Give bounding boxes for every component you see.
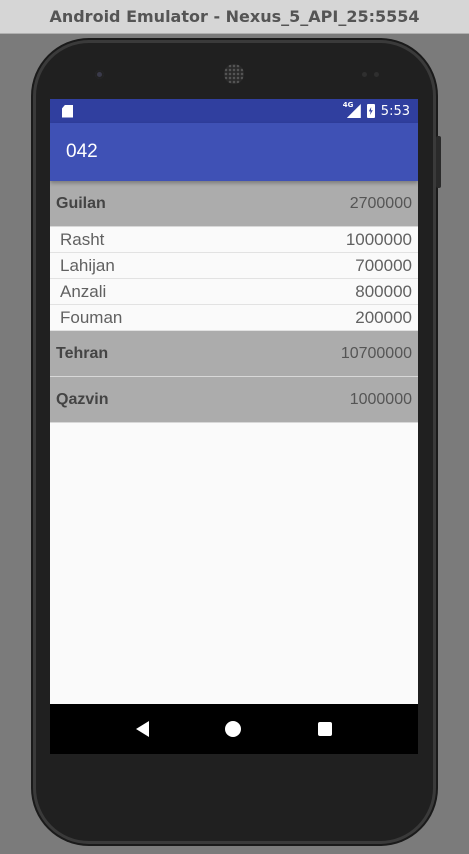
home-icon[interactable]: [225, 721, 242, 737]
power-button[interactable]: [436, 136, 441, 188]
status-time: 5:53: [380, 103, 410, 119]
earpiece-speaker: [224, 64, 244, 84]
group-total: 2700000: [349, 194, 412, 212]
group-total: 10700000: [340, 344, 412, 362]
network-type: 4G: [342, 101, 354, 109]
child-name: Anzali: [60, 281, 107, 301]
recents-icon[interactable]: [317, 722, 332, 736]
child-value: 800000: [355, 281, 412, 301]
group-row-tehran[interactable]: Tehran 10700000: [50, 331, 418, 377]
status-bar: 4G 5:53: [50, 99, 418, 123]
cell-signal-icon: 4G: [342, 101, 361, 118]
emulator-title-bar: Android Emulator - Nexus_5_API_25:5554: [0, 0, 469, 34]
group-name: Guilan: [56, 194, 106, 212]
front-camera: [95, 70, 104, 79]
child-name: Rasht: [60, 229, 105, 249]
child-name: Fouman: [60, 307, 123, 327]
child-name: Lahijan: [60, 255, 115, 275]
back-icon[interactable]: [136, 721, 150, 737]
child-row-anzali[interactable]: Anzali 800000: [50, 279, 418, 305]
group-name: Qazvin: [56, 390, 109, 408]
window-title: Android Emulator - Nexus_5_API_25:5554: [49, 7, 420, 26]
navigation-bar: [50, 704, 418, 754]
light-sensor: [374, 72, 379, 77]
app-title: 042: [66, 141, 98, 162]
child-value: 200000: [355, 307, 412, 327]
child-value: 1000000: [345, 229, 412, 249]
child-value: 700000: [355, 255, 412, 275]
group-total: 1000000: [349, 390, 412, 408]
group-name: Tehran: [56, 344, 109, 362]
proximity-sensor: [362, 72, 367, 77]
child-row-rasht[interactable]: Rasht 1000000: [50, 227, 418, 253]
sd-card-icon: [62, 104, 73, 118]
group-row-qazvin[interactable]: Qazvin 1000000: [50, 377, 418, 423]
group-row-guilan[interactable]: Guilan 2700000: [50, 181, 418, 227]
child-row-lahijan[interactable]: Lahijan 700000: [50, 253, 418, 279]
expandable-list: Guilan 2700000 Rasht 1000000 Lahijan 700…: [50, 181, 418, 423]
battery-charging-icon: [366, 104, 375, 118]
device-screen: 4G 5:53 042 Guilan 2700000 Rasht 1000000…: [50, 99, 418, 754]
app-bar: 042: [50, 123, 418, 181]
child-row-fouman[interactable]: Fouman 200000: [50, 305, 418, 331]
